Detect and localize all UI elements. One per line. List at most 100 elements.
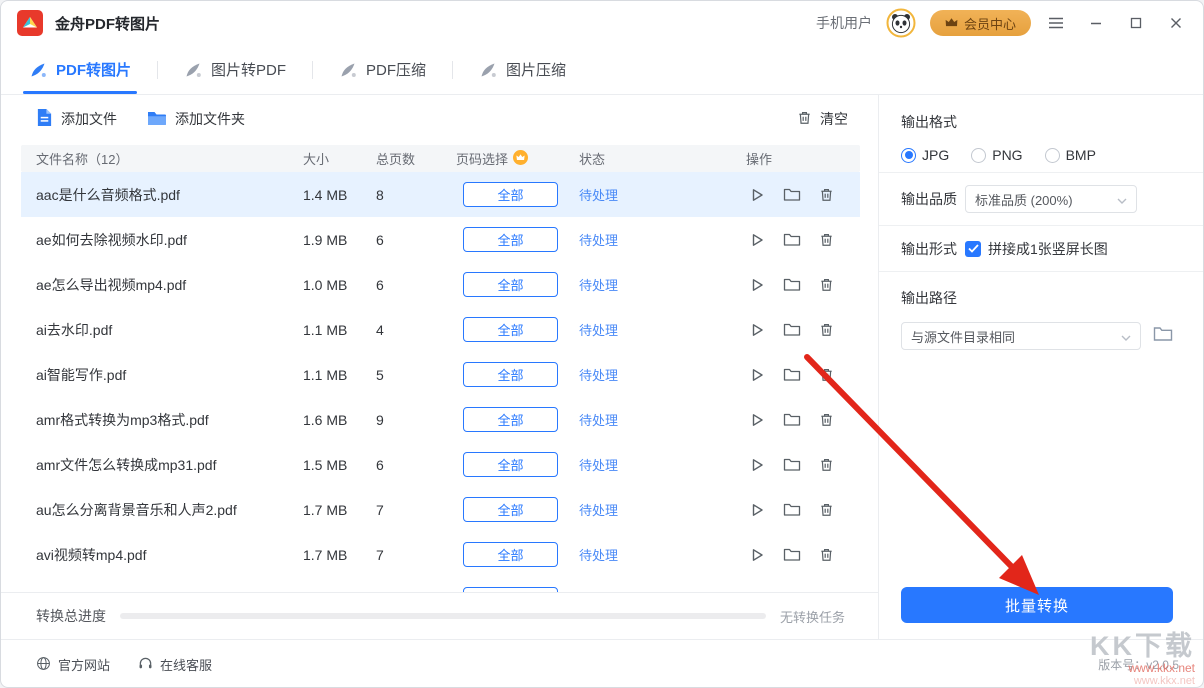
play-icon[interactable] [749,187,765,203]
batch-convert-button[interactable]: 批量转换 [901,587,1173,623]
open-folder-icon[interactable] [783,547,801,562]
vip-center-button[interactable]: 会员中心 [930,10,1031,36]
play-icon[interactable] [749,412,765,428]
file-name: ae怎么导出视频mp4.pdf [21,275,303,295]
table-row[interactable]: ae怎么导出视频mp4.pdf 1.0 MB 6 全部 待处理 [21,262,860,307]
table-row[interactable]: 全部 [21,577,860,592]
output-format-block: 输出格式 JPG PNG BMP [879,95,1203,173]
delete-icon[interactable] [819,367,834,383]
play-icon[interactable] [749,277,765,293]
panda-avatar[interactable] [886,8,916,38]
open-folder-icon[interactable] [783,502,801,517]
table-row[interactable]: ai智能写作.pdf 1.1 MB 5 全部 待处理 [21,352,860,397]
open-folder-icon[interactable] [783,187,801,202]
close-button[interactable] [1161,9,1191,37]
play-icon[interactable] [749,457,765,473]
file-name: ai去水印.pdf [21,320,303,340]
official-website-link[interactable]: 官方网站 [36,655,110,674]
main-panel: 添加文件 添加文件夹 清空 文件名称（12） [1,95,879,639]
page-select-button[interactable]: 全部 [463,182,558,207]
delete-icon[interactable] [819,277,834,293]
radio-bmp[interactable]: BMP [1045,147,1096,163]
open-folder-icon[interactable] [783,322,801,337]
menu-icon[interactable] [1041,9,1071,37]
file-list[interactable]: aac是什么音频格式.pdf 1.4 MB 8 全部 待处理 ae如何去除视频水… [21,172,860,592]
delete-icon[interactable] [819,412,834,428]
delete-icon[interactable] [819,232,834,248]
file-pages: 8 [376,187,456,203]
row-actions [746,187,860,203]
tab-image-compress[interactable]: 图片压缩 [463,45,582,94]
clear-list-button[interactable]: 清空 [797,109,848,129]
row-actions [746,412,860,428]
delete-icon[interactable] [819,187,834,203]
status-cell: 待处理 [579,365,746,384]
status-badge: 待处理 [579,548,618,563]
page-select-button[interactable]: 全部 [463,407,558,432]
radio-png-label: PNG [992,147,1022,163]
tab-pdf-to-image[interactable]: PDF转图片 [13,45,147,94]
tab-image-to-pdf[interactable]: 图片转PDF [168,45,302,94]
play-icon[interactable] [749,232,765,248]
tab-pdf-compress[interactable]: PDF压缩 [323,45,442,94]
open-folder-icon[interactable] [783,367,801,382]
online-support-link[interactable]: 在线客服 [138,655,212,674]
content: 添加文件 添加文件夹 清空 文件名称（12） [1,95,1203,639]
format-radio-group: JPG PNG BMP [901,147,1173,163]
file-name: amr格式转换为mp3格式.pdf [21,410,303,430]
output-path-block: 输出路径 与源文件目录相同 [879,272,1203,350]
page-select-button[interactable]: 全部 [463,362,558,387]
path-dropdown[interactable]: 与源文件目录相同 [901,322,1141,350]
image-to-pdf-icon [184,61,202,79]
table-row[interactable]: amr格式转换为mp3格式.pdf 1.6 MB 9 全部 待处理 [21,397,860,442]
delete-icon[interactable] [819,322,834,338]
add-file-icon [36,108,53,130]
delete-icon[interactable] [819,547,834,563]
merge-checkbox-label[interactable]: 拼接成1张竖屏长图 [988,239,1108,259]
maximize-button[interactable] [1121,9,1151,37]
page-select-button[interactable]: 全部 [463,452,558,477]
file-pages: 6 [376,277,456,293]
minimize-button[interactable] [1081,9,1111,37]
table-row[interactable]: au怎么分离背景音乐和人声2.pdf 1.7 MB 7 全部 待处理 [21,487,860,532]
table-row[interactable]: ae如何去除视频水印.pdf 1.9 MB 6 全部 待处理 [21,217,860,262]
add-file-button[interactable]: 添加文件 [36,108,117,130]
page-select-cell: 全部 [456,182,579,207]
page-select-button[interactable]: 全部 [463,317,558,342]
open-folder-icon[interactable] [783,412,801,427]
merge-checkbox[interactable] [965,241,981,257]
play-icon[interactable] [749,502,765,518]
open-folder-icon[interactable] [783,457,801,472]
table-row[interactable]: amr文件怎么转换成mp31.pdf 1.5 MB 6 全部 待处理 [21,442,860,487]
page-select-button[interactable]: 全部 [463,497,558,522]
page-select-button[interactable]: 全部 [463,272,558,297]
delete-icon[interactable] [819,502,834,518]
online-support-label: 在线客服 [160,655,212,674]
play-icon[interactable] [749,547,765,563]
table-row[interactable]: aac是什么音频格式.pdf 1.4 MB 8 全部 待处理 [21,172,860,217]
table-row[interactable]: avi视频转mp4.pdf 1.7 MB 7 全部 待处理 [21,532,860,577]
open-folder-icon[interactable] [783,277,801,292]
pdf-compress-icon [339,61,357,79]
status-badge: 待处理 [579,278,618,293]
chevron-down-icon [1121,329,1131,344]
delete-icon[interactable] [819,457,834,473]
page-select-button[interactable]: 全部 [463,542,558,567]
radio-jpg[interactable]: JPG [901,147,949,163]
status-badge: 待处理 [579,503,618,518]
table-row[interactable]: ai去水印.pdf 1.1 MB 4 全部 待处理 [21,307,860,352]
browse-folder-icon[interactable] [1153,325,1173,347]
phone-user-label[interactable]: 手机用户 [816,13,872,33]
open-folder-icon[interactable] [783,232,801,247]
page-select-cell: 全部 [456,317,579,342]
quality-dropdown[interactable]: 标准品质 (200%) [965,185,1137,213]
play-icon[interactable] [749,367,765,383]
table-header: 文件名称（12） 大小 总页数 页码选择 状态 操作 [21,145,860,172]
add-folder-icon [147,110,167,129]
header-pages: 总页数 [376,149,456,168]
radio-jpg-label: JPG [922,147,949,163]
add-folder-button[interactable]: 添加文件夹 [147,109,245,129]
radio-png[interactable]: PNG [971,147,1022,163]
play-icon[interactable] [749,322,765,338]
page-select-button[interactable]: 全部 [463,227,558,252]
